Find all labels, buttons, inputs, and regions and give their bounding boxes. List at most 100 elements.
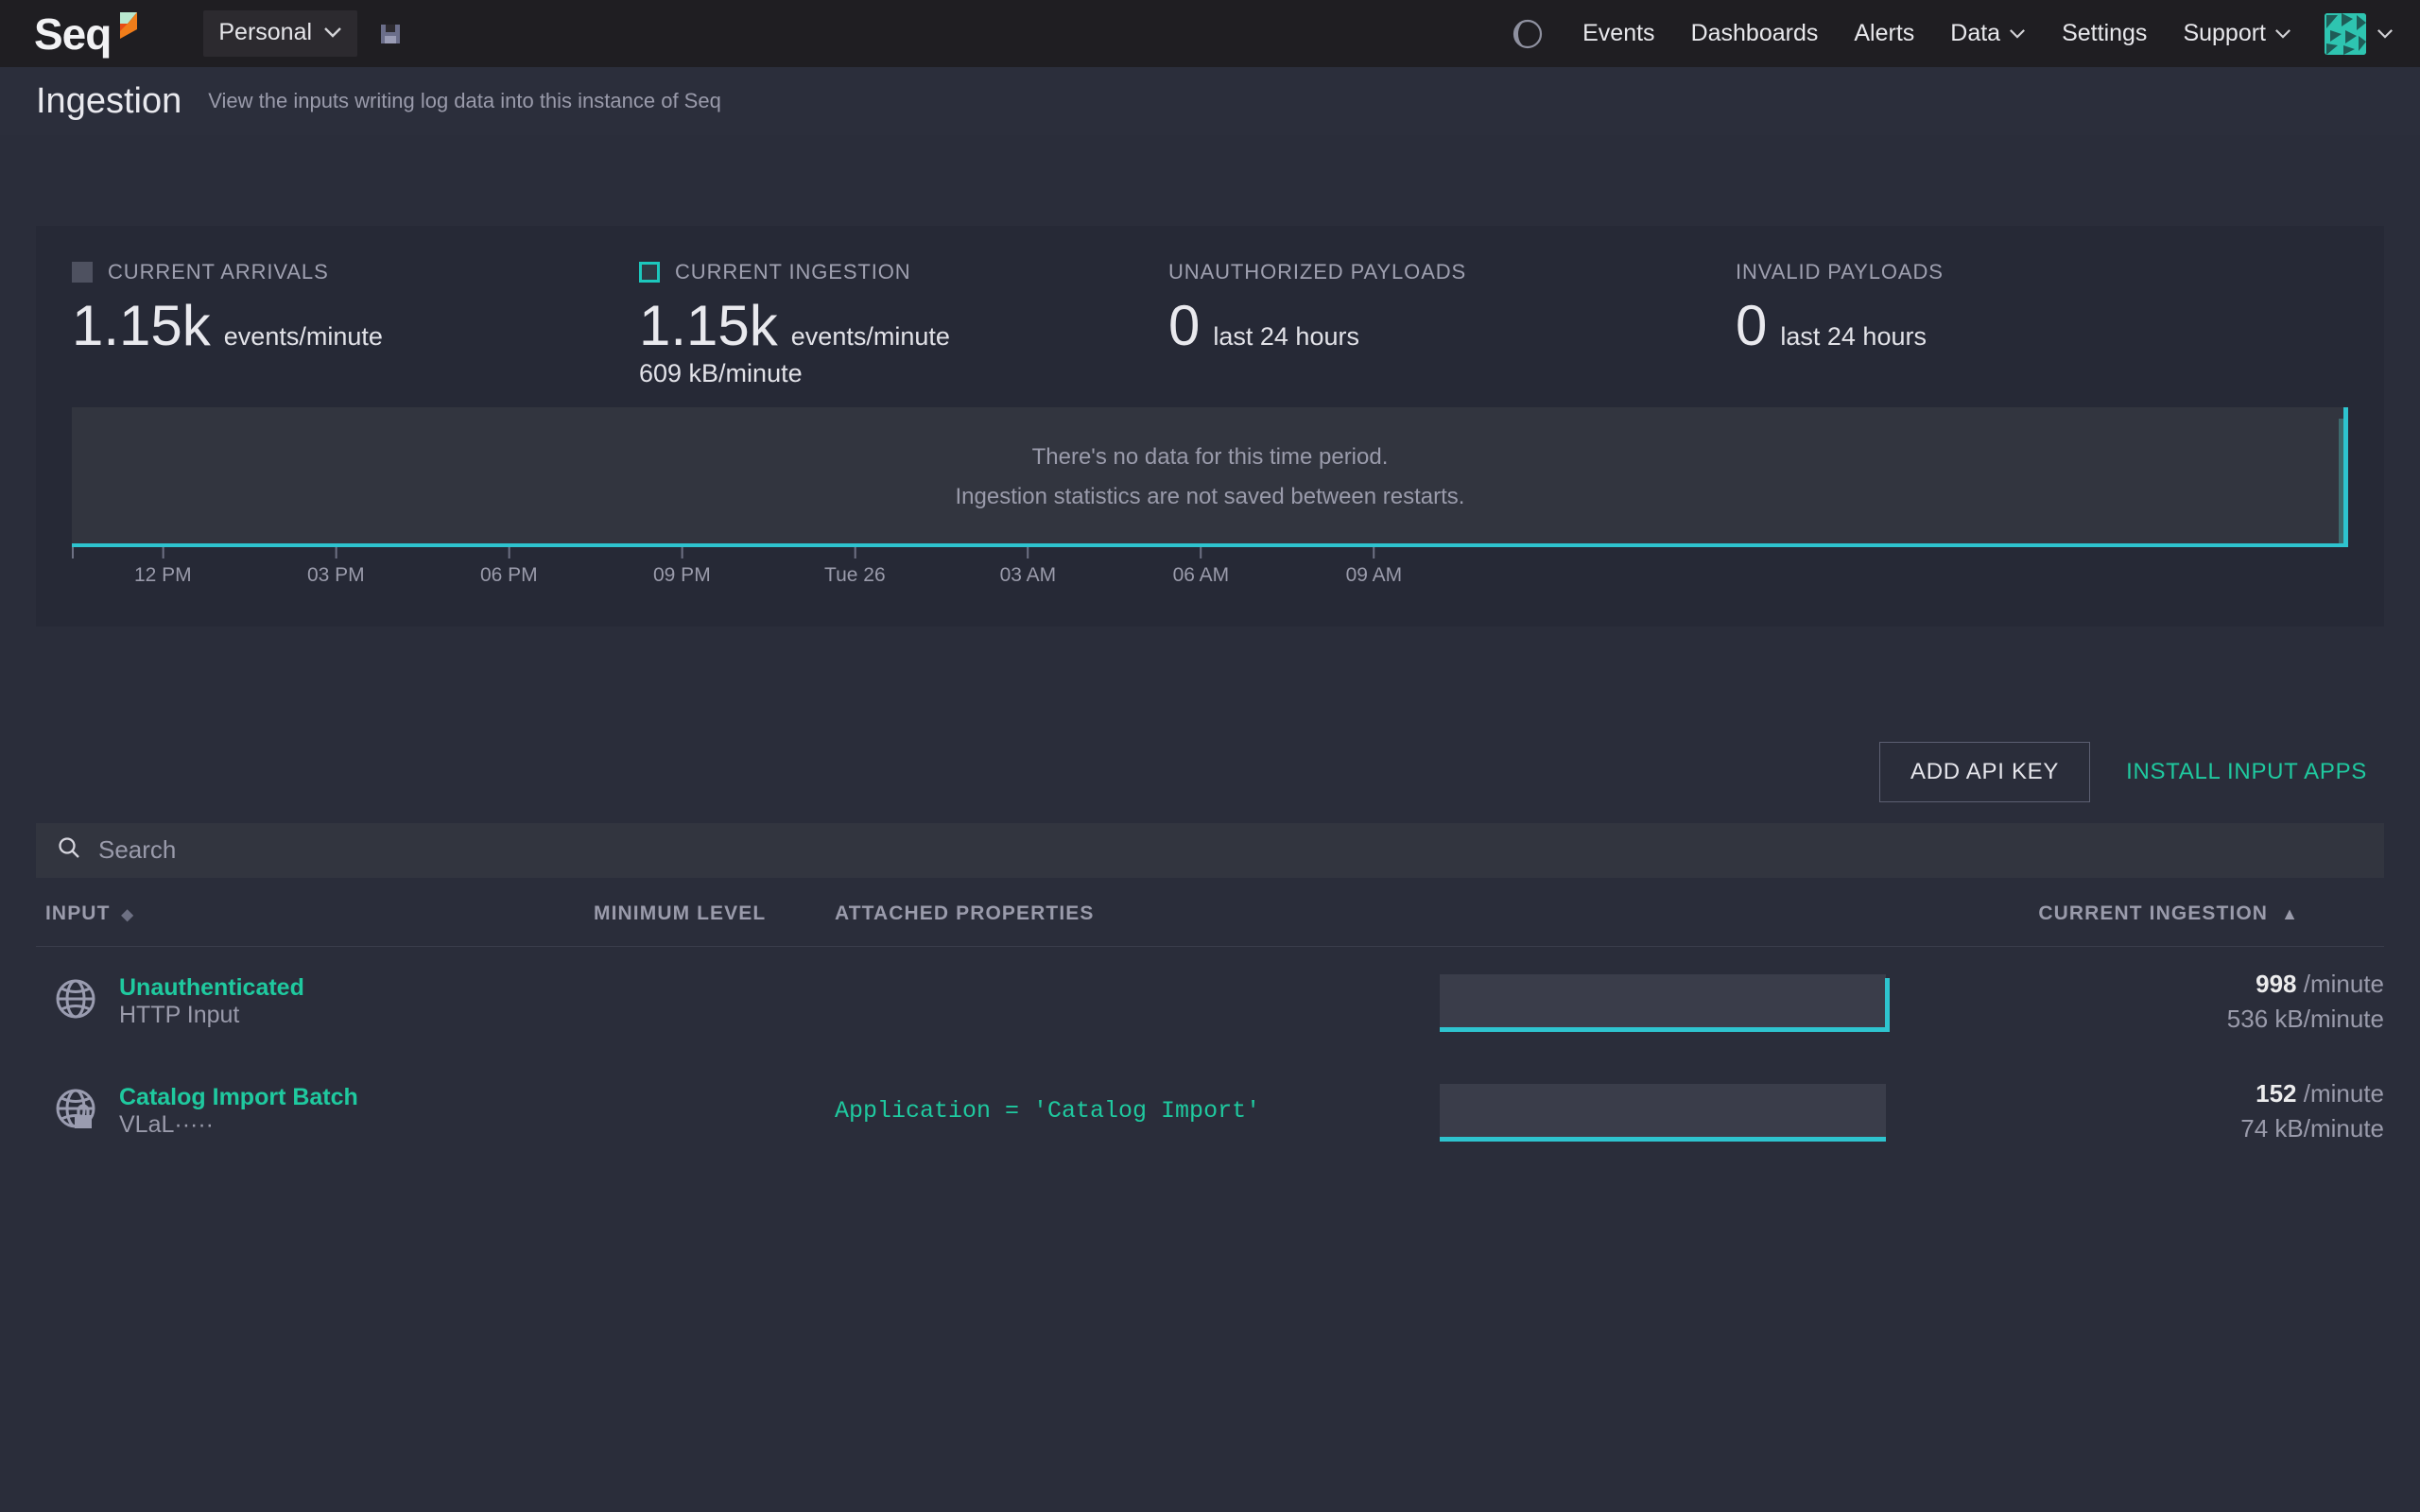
column-header-current-ingestion[interactable]: CURRENT INGESTION ▲ <box>1950 877 2384 947</box>
x-axis-tick-mark <box>335 546 337 558</box>
x-axis-tick: 03 PM <box>306 546 365 587</box>
chart-empty-line-1: There's no data for this time period. <box>1031 443 1389 470</box>
nav-item-events[interactable]: Events <box>1564 20 1672 47</box>
table-row[interactable]: Catalog Import Batch VLaL····· Applicati… <box>36 1057 2384 1166</box>
main-content: CURRENT ARRIVALS 1.15k events/minute CUR… <box>0 226 2420 1166</box>
x-axis-tick-mark <box>681 546 683 558</box>
scope-selector-label: Personal <box>218 19 313 45</box>
nav-label: Support <box>2183 20 2266 46</box>
ingestion-rate-unit: /minute <box>2303 969 2384 998</box>
x-axis-tick-label: 09 PM <box>652 563 711 586</box>
input-meta: HTTP Input <box>119 1001 240 1028</box>
ingestion-rate: 152 /minute <box>1950 1079 2384 1108</box>
cell-sparkline <box>1440 946 1950 1057</box>
sort-ascending-icon: ▲ <box>2281 903 2299 923</box>
sparkline-spike <box>1885 978 1890 1033</box>
axis-start-mark <box>72 546 74 558</box>
stat-label: CURRENT ARRIVALS <box>108 260 329 284</box>
nav-item-data[interactable]: Data <box>1932 20 2044 47</box>
x-axis-tick-label: 12 PM <box>133 563 192 586</box>
legend-swatch-ingestion <box>639 262 660 283</box>
stat-value: 0 <box>1168 294 1201 357</box>
inputs-table-head: INPUT ◆ MINIMUM LEVEL ATTACHED PROPERTIES… <box>36 877 2384 947</box>
column-label: MINIMUM LEVEL <box>594 902 767 924</box>
stat-unit: last 24 hours <box>1780 322 1927 351</box>
ingestion-chart: There's no data for this time period. In… <box>72 406 2348 600</box>
cell-sparkline <box>1440 1057 1950 1166</box>
column-header-attached-properties[interactable]: ATTACHED PROPERTIES <box>835 877 1440 947</box>
stat-unit: events/minute <box>790 322 950 351</box>
chevron-down-icon <box>2274 25 2291 43</box>
nav-item-settings[interactable]: Settings <box>2044 20 2165 47</box>
user-menu-button[interactable] <box>2325 12 2394 55</box>
stat-unauthorized-payloads: UNAUTHORIZED PAYLOADS 0 last 24 hours <box>1168 258 1736 388</box>
x-axis-tick: 06 AM <box>1172 546 1230 587</box>
column-header-minimum-level[interactable]: MINIMUM LEVEL <box>594 877 835 947</box>
cell-current-ingestion: 152 /minute 74 kB/minute <box>1950 1057 2384 1166</box>
install-input-apps-link[interactable]: INSTALL INPUT APPS <box>2118 743 2375 801</box>
stat-label: UNAUTHORIZED PAYLOADS <box>1168 260 1467 284</box>
x-axis-tick-label: 06 PM <box>479 563 538 586</box>
ingestion-rate: 998 /minute <box>1950 970 2384 999</box>
nav-label: Events <box>1582 20 1655 46</box>
chevron-down-icon <box>323 24 342 43</box>
save-workspace-button[interactable] <box>378 22 403 46</box>
cell-input: Catalog Import Batch VLaL····· <box>36 1057 594 1166</box>
column-header-input[interactable]: INPUT ◆ <box>36 877 594 947</box>
column-label: ATTACHED PROPERTIES <box>835 902 1095 924</box>
table-row[interactable]: Unauthenticated HTTP Input 998 /minute 5… <box>36 946 2384 1057</box>
inputs-table: INPUT ◆ MINIMUM LEVEL ATTACHED PROPERTIES… <box>36 877 2384 1166</box>
search-icon <box>57 835 81 865</box>
input-name-link[interactable]: Unauthenticated <box>119 974 304 1002</box>
x-axis-tick-mark <box>508 546 510 558</box>
stat-label: CURRENT INGESTION <box>675 260 911 284</box>
stat-current-ingestion: CURRENT INGESTION 1.15k events/minute 60… <box>639 258 1168 388</box>
x-axis-tick: 09 AM <box>1345 546 1403 587</box>
ingestion-bytes-rate: 536 kB/minute <box>2226 1004 2384 1033</box>
seq-logo[interactable]: Seq <box>34 12 139 56</box>
add-api-key-button[interactable]: ADD API KEY <box>1878 741 2091 802</box>
chart-x-axis: 12 PM 03 PM 06 PM 09 PM Tue 26 03 AM 06 AM 09 A… <box>72 546 2348 600</box>
x-axis-tick: 12 PM <box>133 546 192 587</box>
page-title: Ingestion <box>36 80 182 121</box>
sparkline <box>1440 1084 1886 1143</box>
x-axis-tick-label: 03 AM <box>999 563 1057 586</box>
theme-toggle-button[interactable] <box>1512 18 1564 50</box>
nav-item-alerts[interactable]: Alerts <box>1836 20 1932 47</box>
seq-flag-logo-icon <box>118 10 139 47</box>
stat-value: 1.15k <box>639 294 778 357</box>
input-name-link[interactable]: Catalog Import Batch <box>119 1084 358 1111</box>
x-axis-tick: 09 PM <box>652 546 711 587</box>
nav-item-dashboards[interactable]: Dashboards <box>1673 20 1837 47</box>
x-axis-tick-mark <box>1373 546 1375 558</box>
x-axis-tick-label: 03 PM <box>306 563 365 586</box>
page-header: Ingestion View the inputs writing log da… <box>0 67 2420 135</box>
stat-value: 1.15k <box>72 294 211 357</box>
stat-label: INVALID PAYLOADS <box>1736 260 1944 284</box>
page-subtitle: View the inputs writing log data into th… <box>208 89 721 112</box>
sort-indicator-icon: ◆ <box>121 906 134 923</box>
x-axis-tick: Tue 26 <box>824 546 886 587</box>
scope-selector-button[interactable]: Personal <box>203 10 358 57</box>
stat-invalid-payloads: INVALID PAYLOADS 0 last 24 hours <box>1736 258 1944 388</box>
ingestion-rate-value: 152 <box>2256 1078 2297 1108</box>
x-axis-tick: 06 PM <box>479 546 538 587</box>
chart-plot-area: There's no data for this time period. In… <box>72 406 2348 547</box>
sparkline <box>1440 974 1890 1033</box>
x-axis-tick-label: 06 AM <box>1172 563 1230 586</box>
cell-minimum-level <box>594 1057 835 1166</box>
action-bar: ADD API KEY INSTALL INPUT APPS <box>36 741 2384 802</box>
stat-sub: 609 kB/minute <box>639 358 803 387</box>
chart-empty-line-2: Ingestion statistics are not saved betwe… <box>955 483 1465 509</box>
stat-unit: events/minute <box>223 322 383 351</box>
x-axis-tick-mark <box>1027 546 1029 558</box>
search-input[interactable] <box>98 835 2363 866</box>
input-meta: VLaL····· <box>119 1110 215 1138</box>
x-axis-tick-label: 09 AM <box>1345 563 1403 586</box>
search-bar[interactable] <box>36 822 2384 878</box>
chart-empty-message: There's no data for this time period. In… <box>72 407 2348 547</box>
cell-attached-properties <box>835 946 1440 1057</box>
inputs-table-body: Unauthenticated HTTP Input 998 /minute 5… <box>36 946 2384 1166</box>
stat-current-arrivals: CURRENT ARRIVALS 1.15k events/minute <box>72 258 639 388</box>
nav-item-support[interactable]: Support <box>2165 20 2309 47</box>
